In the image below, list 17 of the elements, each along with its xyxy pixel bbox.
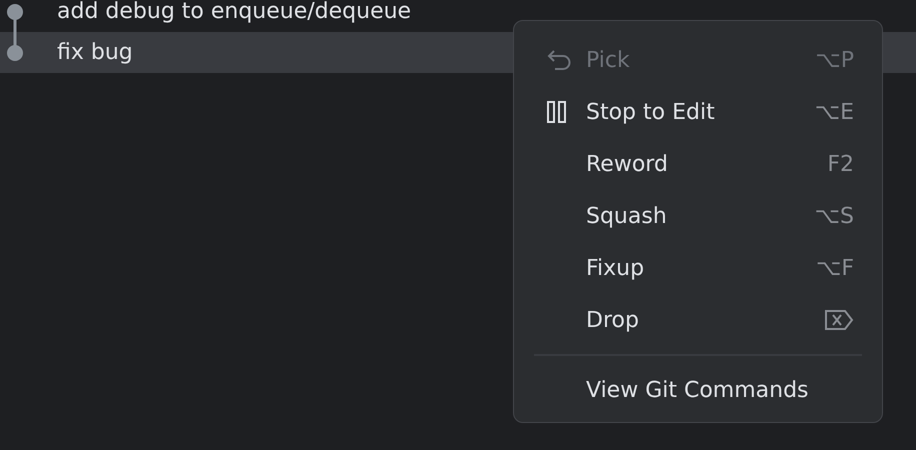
delete-key-icon <box>824 309 854 331</box>
commit-message: add debug to enqueue/dequeue <box>57 0 412 24</box>
menu-item[interactable]: Squash ⌥S <box>534 190 862 242</box>
shortcut-label: F2 <box>827 152 854 176</box>
menu-item[interactable]: Fixup ⌥F <box>534 242 862 294</box>
undo-icon <box>546 48 572 72</box>
shortcut-label: ⌥S <box>814 204 854 228</box>
shortcut-label: ⌥P <box>815 48 854 72</box>
pause-icon <box>546 100 568 124</box>
commit-row[interactable]: add debug to enqueue/dequeue <box>0 0 916 32</box>
menu-item[interactable]: View Git Commands <box>534 364 862 416</box>
menu-item[interactable]: Stop to Edit ⌥E <box>534 86 862 138</box>
shortcut-label: ⌥F <box>816 256 854 280</box>
shortcut-label: ⌥E <box>814 100 854 124</box>
commit-message: fix bug <box>57 40 133 65</box>
menu-item[interactable]: Reword F2 <box>534 138 862 190</box>
menu-item[interactable]: Drop <box>534 294 862 346</box>
